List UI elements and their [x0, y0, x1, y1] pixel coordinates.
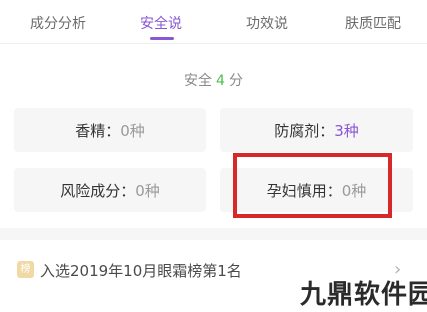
- risk-label: 风险成分：: [60, 181, 136, 200]
- score-suffix: 分: [228, 73, 243, 89]
- highlight-annotation: [233, 153, 392, 218]
- fragrance-value: 0种: [120, 121, 145, 140]
- preservative-card[interactable]: 防腐剂： 3种: [220, 108, 413, 152]
- tab-safety[interactable]: 安全说: [140, 13, 182, 33]
- safety-score: 安全 4 分: [0, 70, 427, 90]
- tab-divider: [0, 43, 427, 44]
- risk-value: 0种: [135, 181, 160, 200]
- ranking-badge-icon: 榜: [17, 261, 34, 278]
- fragrance-label: 香精：: [75, 121, 121, 140]
- preservative-label: 防腐剂：: [274, 121, 335, 140]
- ranking-text: 入选2019年10月眼霜榜第1名: [40, 262, 242, 280]
- fragrance-card[interactable]: 香精： 0种: [14, 108, 206, 152]
- score-prefix: 安全: [184, 73, 213, 89]
- tab-bar: 成分分析 安全说 功效说 肤质匹配: [0, 0, 427, 44]
- tab-ingredient-analysis[interactable]: 成分分析: [30, 13, 86, 33]
- watermark: 九鼎软件园: [300, 280, 427, 310]
- preservative-value: 3种: [334, 121, 359, 140]
- active-tab-indicator: [150, 37, 174, 40]
- risk-ingredient-card[interactable]: 风险成分： 0种: [14, 168, 206, 212]
- section-divider: [0, 228, 427, 240]
- tab-skin-match[interactable]: 肤质匹配: [345, 13, 401, 33]
- score-value: 4: [216, 73, 225, 89]
- tab-efficacy[interactable]: 功效说: [246, 13, 288, 33]
